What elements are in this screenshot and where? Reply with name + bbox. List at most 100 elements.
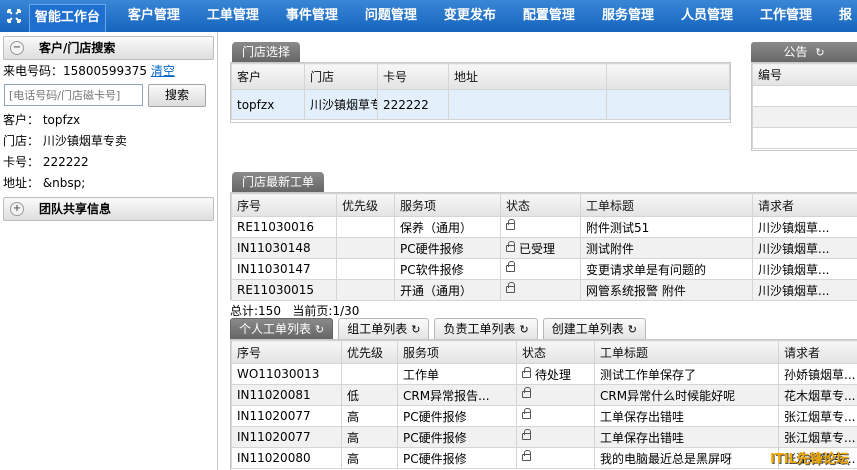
- order-priority: 高: [341, 447, 398, 469]
- order-requester: 川沙镇烟草...: [752, 258, 857, 280]
- announcement-header-id: 编号: [752, 63, 857, 86]
- order-priority: 高: [341, 405, 398, 427]
- col-header-priority: 优先级: [336, 193, 395, 217]
- address-line: 地址： &nbsp;: [3, 176, 86, 190]
- order-title[interactable]: CRM异常什么时候能好呢: [594, 384, 779, 406]
- order-id[interactable]: IN11020080: [231, 447, 342, 469]
- order-requester: 孙娇镇烟草...: [778, 363, 857, 385]
- order-title[interactable]: 工单保存出错哇: [594, 426, 779, 448]
- nav-item-service[interactable]: 服务管理: [597, 0, 659, 32]
- order-service: PC硬件报修: [397, 426, 517, 448]
- announcement-tab[interactable]: 公告 ↻: [751, 42, 857, 63]
- nav-item-staff[interactable]: 人员管理: [676, 0, 738, 32]
- tab-owned-orders[interactable]: 负责工单列表 ↻: [434, 318, 538, 339]
- col-header-id: 序号: [231, 340, 342, 364]
- table-row[interactable]: IN11030148 PC硬件报修 已受理 测试附件 川沙镇烟草...: [231, 237, 857, 259]
- order-title[interactable]: 测试工作单保存了: [594, 363, 779, 385]
- nav-item-config[interactable]: 配置管理: [518, 0, 580, 32]
- col-header-service: 服务项: [397, 340, 517, 364]
- nav-item-workorder[interactable]: 工单管理: [202, 0, 264, 32]
- nav-item-problem[interactable]: 问题管理: [360, 0, 422, 32]
- nav-item-work[interactable]: 工作管理: [755, 0, 817, 32]
- order-service: PC硬件报修: [394, 237, 501, 259]
- order-id[interactable]: IN11020081: [231, 384, 342, 406]
- nav-item-change[interactable]: 变更发布: [439, 0, 501, 32]
- order-service: PC硬件报修: [397, 405, 517, 427]
- order-id[interactable]: IN11020077: [231, 405, 342, 427]
- team-share-title: 团队共享信息: [39, 202, 112, 216]
- tab-created-orders[interactable]: 创建工单列表 ↻: [542, 318, 646, 339]
- order-list-tabs: 个人工单列表 ↻ 组工单列表 ↻ 负责工单列表 ↻ 创建工单列表 ↻: [230, 318, 651, 339]
- store-header-blank: [606, 63, 730, 90]
- tab-label: 负责工单列表: [443, 322, 516, 336]
- lock-icon: [506, 282, 515, 293]
- order-title[interactable]: 我的电脑最近总是黑屏呀: [594, 447, 779, 469]
- table-row[interactable]: IN11020077 高 PC硬件报修 工单保存出错哇 张江烟草专...: [231, 405, 857, 427]
- order-status-cell: 待处理: [516, 363, 595, 385]
- order-priority: [336, 258, 395, 280]
- order-id[interactable]: IN11020077: [231, 426, 342, 448]
- caller-label: 来电号码：: [3, 64, 64, 78]
- col-header-title: 工单标题: [594, 340, 779, 364]
- order-id[interactable]: IN11030147: [231, 258, 337, 280]
- col-header-id: 序号: [231, 193, 337, 217]
- card-line: 卡号： 222222: [3, 155, 89, 169]
- order-id[interactable]: WO11030013: [231, 363, 342, 385]
- refresh-icon[interactable]: ↻: [815, 46, 824, 59]
- app-logo-icon[interactable]: [0, 0, 29, 32]
- order-title[interactable]: 附件测试51: [580, 216, 753, 238]
- customer-search-title: 客户/门店搜索: [39, 41, 116, 55]
- order-title[interactable]: 测试附件: [580, 237, 753, 259]
- nav-item-overflow[interactable]: 报: [834, 0, 857, 32]
- store-row[interactable]: topfzx 川沙镇烟草专 222222: [231, 89, 730, 120]
- latest-orders-tab[interactable]: 门店最新工单: [232, 172, 325, 192]
- nav-item-workbench[interactable]: 智能工作台: [28, 4, 106, 32]
- order-title[interactable]: 工单保存出错哇: [594, 405, 779, 427]
- table-row[interactable]: RE11030016 保养（通用） 附件测试51 川沙镇烟草...: [231, 216, 857, 238]
- store-cell-customer[interactable]: topfzx: [231, 89, 305, 120]
- expand-icon[interactable]: +: [10, 202, 24, 216]
- order-requester: 张江烟草专...: [778, 426, 857, 448]
- order-id[interactable]: IN11030148: [231, 237, 337, 259]
- table-row[interactable]: IN11020080 高 PC硬件报修 我的电脑最近总是黑屏呀 张江烟草专...: [231, 447, 857, 469]
- latest-orders-panel: 序号 优先级 服务项 状态 工单标题 请求者 RE11030016 保养（通用）…: [230, 192, 857, 301]
- collapse-icon[interactable]: −: [10, 41, 24, 55]
- order-status-cell: [516, 447, 595, 469]
- col-header-service: 服务项: [394, 193, 501, 217]
- order-requester: 张江烟草专...: [778, 405, 857, 427]
- order-service: 工作单: [397, 363, 517, 385]
- order-id[interactable]: RE11030016: [231, 216, 337, 238]
- store-select-tab[interactable]: 门店选择: [232, 42, 301, 62]
- order-requester: 川沙镇烟草...: [752, 216, 857, 238]
- store-cell-card[interactable]: 222222: [377, 89, 449, 120]
- refresh-icon[interactable]: ↻: [628, 323, 637, 336]
- search-input[interactable]: [4, 84, 143, 106]
- store-line: 门店： 川沙镇烟草专卖: [3, 134, 127, 148]
- tab-group-orders[interactable]: 组工单列表 ↻: [338, 318, 430, 339]
- order-id[interactable]: RE11030015: [231, 279, 337, 301]
- store-cell-store[interactable]: 川沙镇烟草专: [304, 89, 378, 120]
- nav-item-customer[interactable]: 客户管理: [123, 0, 185, 32]
- refresh-icon[interactable]: ↻: [519, 323, 528, 336]
- table-row[interactable]: RE11030015 开通（通用） 网管系统报警 附件 川沙镇烟草...: [231, 279, 857, 301]
- table-row[interactable]: IN11020077 高 PC硬件报修 工单保存出错哇 张江烟草专...: [231, 426, 857, 448]
- order-title[interactable]: 网管系统报警 附件: [580, 279, 753, 301]
- table-row[interactable]: WO11030013 工作单 待处理 测试工作单保存了 孙娇镇烟草...: [231, 363, 857, 385]
- nav-item-incident[interactable]: 事件管理: [281, 0, 343, 32]
- table-row[interactable]: IN11030147 PC软件报修 变更请求单是有问题的 川沙镇烟草...: [231, 258, 857, 280]
- lock-icon: [522, 387, 531, 398]
- col-header-title: 工单标题: [580, 193, 753, 217]
- customer-search-header[interactable]: − 客户/门店搜索: [3, 36, 214, 60]
- refresh-icon[interactable]: ↻: [315, 323, 324, 336]
- lock-icon: [522, 450, 531, 461]
- col-header-priority: 优先级: [341, 340, 398, 364]
- forum-watermark: ITIL先锋论坛: [770, 452, 849, 467]
- refresh-icon[interactable]: ↻: [411, 323, 420, 336]
- tab-personal-orders[interactable]: 个人工单列表 ↻: [230, 318, 334, 339]
- store-cell-address[interactable]: [448, 89, 607, 120]
- team-share-header[interactable]: + 团队共享信息: [3, 197, 214, 221]
- search-button[interactable]: 搜索: [148, 84, 206, 107]
- clear-link[interactable]: 清空: [151, 64, 175, 78]
- order-title[interactable]: 变更请求单是有问题的: [580, 258, 753, 280]
- table-row[interactable]: IN11020081 低 CRM异常报告... CRM异常什么时候能好呢 花木烟…: [231, 384, 857, 406]
